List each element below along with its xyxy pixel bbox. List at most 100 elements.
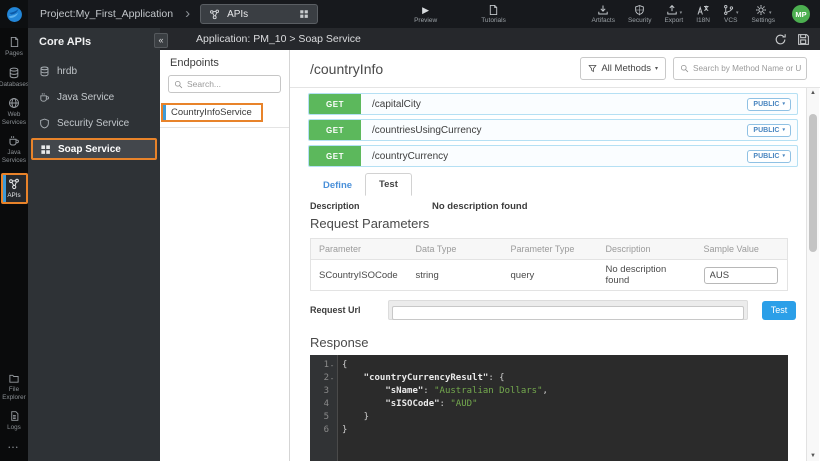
code-line: { [342, 359, 788, 372]
core-apis-panel: Core APIs hrdb Java Service [28, 28, 160, 461]
fold-marker[interactable]: - [329, 359, 335, 372]
translate-icon [697, 4, 709, 16]
shield-icon [634, 4, 645, 16]
caret-down-icon: ▾ [655, 65, 658, 72]
sample-value-input[interactable] [704, 267, 778, 284]
method-search[interactable] [673, 57, 807, 80]
sidebar-item-logs[interactable]: Logs [0, 410, 28, 432]
endpoint-path: /countryCurrency [361, 146, 747, 166]
sidebar-item-web-services[interactable]: Web Services [0, 97, 28, 126]
caret-down-icon: ▾ [782, 153, 785, 159]
request-url-label: Request Url [310, 305, 388, 315]
caret-down-icon: ▾ [736, 10, 739, 16]
logo-icon [6, 6, 23, 23]
endpoint-row[interactable]: GET /countriesUsingCurrency PUBLIC▾ [308, 119, 798, 141]
core-api-item-soap-service[interactable]: Soap Service [31, 138, 157, 160]
param-description: No description found [598, 260, 696, 291]
i18n-button[interactable]: I18N [696, 4, 710, 24]
scroll-down-arrow-icon[interactable]: ▼ [807, 453, 819, 459]
visibility-dropdown[interactable]: PUBLIC▾ [747, 150, 791, 163]
project-name[interactable]: Project:My_First_Application [40, 8, 173, 20]
core-api-item-hrdb[interactable]: hrdb [28, 58, 160, 84]
artifacts-button[interactable]: Artifacts [591, 4, 614, 24]
settings-button[interactable]: ▾ Settings [752, 4, 776, 24]
request-url-input[interactable] [392, 306, 744, 320]
core-api-item-java-service[interactable]: Java Service [28, 84, 160, 110]
vcs-button[interactable]: ▾ VCS [723, 4, 739, 24]
page-icon [9, 36, 20, 48]
fold-marker[interactable]: - [329, 372, 335, 385]
editor-code: { "countryCurrencyResult": { "sName": "A… [338, 355, 788, 461]
endpoint-row[interactable]: GET /capitalCity PUBLIC▾ [308, 93, 798, 115]
security-button[interactable]: Security [628, 4, 651, 24]
globe-icon [8, 97, 20, 109]
endpoint-path: /capitalCity [361, 94, 747, 114]
request-parameters-table: Parameter Data Type Parameter Type Descr… [310, 238, 788, 291]
visibility-dropdown[interactable]: PUBLIC▾ [747, 98, 791, 111]
endpoint-row[interactable]: GET /countryCurrency PUBLIC▾ [308, 145, 798, 167]
request-url-field-wrap [388, 300, 748, 320]
visibility-dropdown[interactable]: PUBLIC▾ [747, 124, 791, 137]
description-value: No description found [432, 201, 528, 212]
http-method-badge[interactable]: GET [309, 146, 361, 166]
sidebar-item-databases[interactable]: Databases [0, 67, 28, 89]
coffee-icon [8, 135, 20, 147]
selected-edge [3, 175, 6, 202]
editor-gutter: 1- 2- 3 4 5 6 [310, 355, 338, 461]
http-method-badge[interactable]: GET [309, 94, 361, 114]
param-name: SCountryISOCode [311, 260, 408, 291]
user-avatar[interactable]: MP [792, 5, 810, 23]
test-button[interactable]: Test [762, 301, 796, 320]
request-url-row: Request Url Test [310, 300, 820, 320]
service-title: /countryInfo [310, 61, 580, 77]
refresh-icon[interactable] [774, 33, 787, 46]
methods-filter-dropdown[interactable]: All Methods ▾ [580, 57, 666, 80]
scroll-up-arrow-icon[interactable]: ▲ [807, 90, 819, 96]
file-icon [9, 410, 20, 422]
vertical-scrollbar[interactable]: ▲ ▼ [806, 88, 819, 461]
download-icon [597, 4, 609, 16]
method-search-input[interactable] [693, 64, 801, 73]
caret-down-icon: ▾ [782, 101, 785, 107]
save-icon[interactable] [797, 33, 810, 46]
export-button[interactable]: ▾ Export [664, 4, 683, 24]
caret-down-icon: ▾ [782, 127, 785, 133]
response-code-editor[interactable]: 1- 2- 3 4 5 6 { "countryCurrencyResult":… [310, 355, 788, 461]
collapse-panel-button[interactable]: « [154, 33, 168, 48]
search-icon [174, 80, 183, 89]
api-icon [8, 178, 20, 190]
endpoint-list: GET /capitalCity PUBLIC▾ GET /countriesU… [290, 88, 820, 167]
tutorials-button[interactable]: Tutorials [481, 4, 506, 24]
left-sidebar: Pages Databases Web Services Java Servic… [0, 28, 28, 461]
more-options-button[interactable]: ••• [8, 445, 19, 451]
core-apis-title: Core APIs [28, 28, 160, 58]
service-header: /countryInfo All Methods ▾ [290, 50, 820, 88]
search-icon [680, 64, 689, 73]
grid-icon[interactable] [299, 9, 309, 19]
chevron-right-icon: › [185, 5, 190, 22]
endpoint-item-countryinfoservice[interactable]: CountryInfoService [161, 103, 263, 122]
endpoints-search-input[interactable] [187, 79, 272, 89]
apis-tab[interactable]: APIs [200, 4, 318, 24]
core-api-label: Security Service [57, 118, 129, 129]
tab-test[interactable]: Test [365, 173, 412, 196]
coffee-icon [39, 92, 50, 103]
scrollbar-thumb[interactable] [809, 114, 817, 252]
core-api-item-security-service[interactable]: Security Service [28, 110, 160, 136]
tab-define[interactable]: Define [310, 175, 365, 196]
endpoints-search[interactable] [168, 75, 281, 93]
sidebar-item-java-services[interactable]: Java Services [0, 135, 28, 164]
sidebar-item-apis[interactable]: APIs [1, 173, 28, 204]
column-header: Description [598, 239, 696, 260]
sidebar-item-pages[interactable]: Pages [0, 36, 28, 58]
preview-button[interactable]: ▶ Preview [414, 4, 437, 24]
response-title: Response [310, 335, 820, 350]
caret-down-icon: ▾ [769, 10, 772, 16]
sidebar-item-file-explorer[interactable]: File Explorer [0, 373, 28, 401]
branch-icon [723, 4, 734, 16]
column-header: Parameter Type [503, 239, 598, 260]
table-row: SCountryISOCode string query No descript… [311, 260, 788, 291]
wavemaker-logo[interactable] [0, 0, 28, 28]
http-method-badge[interactable]: GET [309, 120, 361, 140]
core-api-label: hrdb [57, 66, 77, 77]
